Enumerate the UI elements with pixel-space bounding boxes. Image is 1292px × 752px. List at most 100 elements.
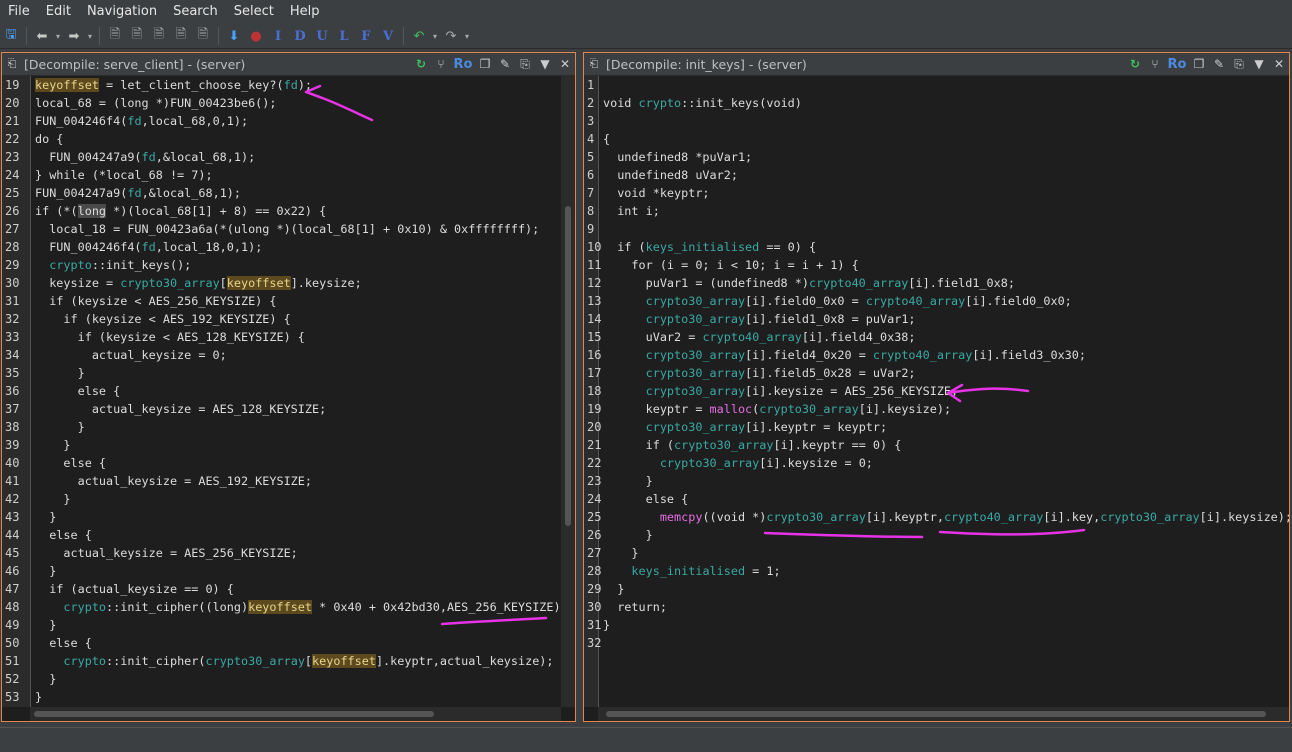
horizontal-scrollbar[interactable] xyxy=(30,707,561,721)
line-number: 19 xyxy=(587,402,602,416)
status-bar xyxy=(0,727,1292,752)
edit-icon[interactable]: ✎ xyxy=(495,54,515,74)
code-line: for (i = 0; i < 10; i = i + 1) { xyxy=(603,258,859,272)
close-icon[interactable]: ✕ xyxy=(1269,54,1289,74)
line-number: 23 xyxy=(5,150,20,164)
snapshot-icon[interactable]: ⎘ xyxy=(515,54,535,74)
forward-icon[interactable]: ➡ xyxy=(63,25,85,47)
line-number: 25 xyxy=(5,186,20,200)
menu-edit[interactable]: Edit xyxy=(38,0,79,24)
code-view[interactable]: 1 2 3 4 5 6 7 8 9 10 11 12 13 14 15 16 17 18 19 20 21 22 23 24 2… xyxy=(584,76,1289,721)
code-line: puVar1 = (undefined8 *)crypto40_array[i]… xyxy=(603,276,1015,290)
document-icon[interactable]: 🗎 xyxy=(148,25,170,47)
read-only-toggle[interactable]: Ro xyxy=(451,54,475,74)
data-icon[interactable]: D xyxy=(289,25,311,47)
undefined-icon[interactable]: U xyxy=(311,25,333,47)
redo-icon[interactable]: ↷ xyxy=(440,25,462,47)
code-line: else { xyxy=(35,528,92,542)
arrow-down-icon[interactable]: ⬇ xyxy=(223,25,245,47)
back-icon[interactable]: ⬅ xyxy=(31,25,53,47)
line-number: 1 xyxy=(587,78,595,92)
code-line: if (keysize < AES_256_KEYSIZE) { xyxy=(35,294,277,308)
code-line: crypto30_array[i].field1_0x8 = puVar1; xyxy=(645,312,916,326)
line-number: 24 xyxy=(5,168,20,182)
menu-select[interactable]: Select xyxy=(226,0,282,24)
line-number: 14 xyxy=(587,312,602,326)
line-number: 13 xyxy=(587,294,602,308)
line-number: 24 xyxy=(587,492,602,506)
code-line: memcpy((void *)crypto30_array[i].keyptr,… xyxy=(659,510,1289,524)
menu-dropdown-icon[interactable]: ▼ xyxy=(1249,54,1269,74)
document-icon[interactable]: 🗎 xyxy=(126,25,148,47)
back-dropdown-icon[interactable]: ▾ xyxy=(53,25,63,47)
save-icon[interactable]: 🖫 xyxy=(0,25,22,47)
code-line: keys_initialised = 1; xyxy=(631,564,781,578)
line-number: 22 xyxy=(587,456,602,470)
line-number: 50 xyxy=(5,636,20,650)
code-line: crypto30_array[i].keysize = 0; xyxy=(659,456,873,470)
instruction-icon[interactable]: I xyxy=(267,25,289,47)
redo-dropdown-icon[interactable]: ▾ xyxy=(462,25,472,47)
decompiled-code[interactable]: keyoffset = let_client_choose_key?(fd); … xyxy=(35,76,561,707)
line-number: 42 xyxy=(5,492,20,506)
value-icon[interactable]: V xyxy=(377,25,399,47)
toolbar: 🖫 ⬅ ▾ ➡ ▾ 🗎 🗎 🗎 🗎 🗎 ⬇ ● I D U L F V ↶ ▾ … xyxy=(0,24,1292,49)
line-number: 52 xyxy=(5,672,20,686)
line-number: 4 xyxy=(587,132,595,146)
code-line: if (crypto30_array[i].keyptr == 0) { xyxy=(603,438,902,452)
line-number: 28 xyxy=(587,564,602,578)
line-number: 17 xyxy=(587,366,602,380)
vertical-scrollbar[interactable] xyxy=(561,76,575,707)
menu-file[interactable]: File xyxy=(0,0,38,24)
code-view[interactable]: 19 20 21 22 23 24 25 26 27 28 29 30 31 32 33 34 35 36 37 38… xyxy=(2,76,575,721)
refresh-icon[interactable]: ↻ xyxy=(411,54,431,74)
label-icon[interactable]: L xyxy=(333,25,355,47)
toolbar-separator xyxy=(218,27,219,45)
close-icon[interactable]: ✕ xyxy=(555,54,575,74)
graph-icon[interactable]: ⑂ xyxy=(431,54,451,74)
function-icon[interactable]: F xyxy=(355,25,377,47)
document-icon[interactable]: 🗎 xyxy=(104,25,126,47)
graph-icon[interactable]: ⑂ xyxy=(1145,54,1165,74)
line-number: 21 xyxy=(587,438,602,452)
document-icon[interactable]: 🗎 xyxy=(170,25,192,47)
code-line: local_68 = (long *)FUN_00423be6(); xyxy=(35,96,277,110)
code-line: } xyxy=(35,618,57,632)
decompiled-code[interactable]: void crypto::init_keys(void) { undefined… xyxy=(603,76,1289,707)
code-line: actual_keysize = AES_192_KEYSIZE; xyxy=(35,474,312,488)
refresh-icon[interactable]: ↻ xyxy=(1125,54,1145,74)
line-number-gutter: 19 20 21 22 23 24 25 26 27 28 29 30 31 32 33 34 35 36 37 38… xyxy=(2,76,31,707)
menu-dropdown-icon[interactable]: ▼ xyxy=(535,54,555,74)
document-check-icon[interactable]: 🗎 xyxy=(192,25,214,47)
read-only-toggle[interactable]: Ro xyxy=(1165,54,1189,74)
undo-dropdown-icon[interactable]: ▾ xyxy=(430,25,440,47)
decompile-panel-init-keys: ⎗ [Decompile: init_keys] - (server) ↻ ⑂ … xyxy=(583,52,1290,722)
line-number: 8 xyxy=(587,204,595,218)
snapshot-icon[interactable]: ⎘ xyxy=(1229,54,1249,74)
edit-icon[interactable]: ✎ xyxy=(1209,54,1229,74)
menu-help[interactable]: Help xyxy=(282,0,328,24)
panel-header: ⎗ [Decompile: serve_client] - (server) ↻… xyxy=(2,53,575,76)
code-line: } xyxy=(35,438,71,452)
code-line: } xyxy=(35,420,85,434)
line-number: 39 xyxy=(5,438,20,452)
code-line: if (actual_keysize == 0) { xyxy=(35,582,234,596)
code-line: } xyxy=(35,672,57,686)
line-number: 44 xyxy=(5,528,20,542)
menu-search[interactable]: Search xyxy=(165,0,226,24)
code-line: actual_keysize = AES_128_KEYSIZE; xyxy=(35,402,327,416)
code-line: int i; xyxy=(603,204,660,218)
forward-dropdown-icon[interactable]: ▾ xyxy=(85,25,95,47)
menu-navigation[interactable]: Navigation xyxy=(79,0,165,24)
undo-icon[interactable]: ↶ xyxy=(408,25,430,47)
line-number: 25 xyxy=(587,510,602,524)
code-line: if (keys_initialised == 0) { xyxy=(603,240,817,254)
stop-icon[interactable]: ● xyxy=(245,25,267,47)
line-number: 21 xyxy=(5,114,20,128)
copy-icon[interactable]: ❐ xyxy=(1189,54,1209,74)
copy-icon[interactable]: ❐ xyxy=(475,54,495,74)
line-number: 30 xyxy=(5,276,20,290)
horizontal-scrollbar[interactable] xyxy=(598,707,1289,721)
code-line: crypto::init_cipher(crypto30_array[keyof… xyxy=(63,654,554,668)
